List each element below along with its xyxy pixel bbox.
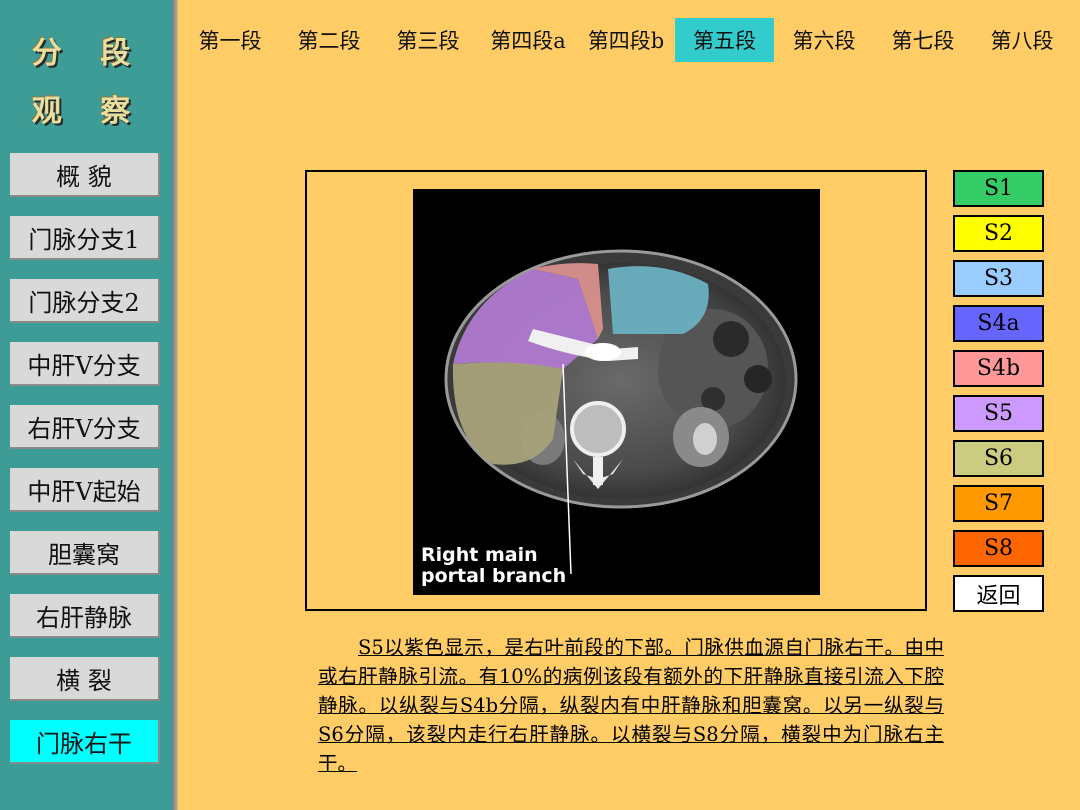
tab-segment-5[interactable]: 第五段 [675, 18, 774, 62]
segment-button-s8[interactable]: S8 [953, 530, 1044, 567]
back-button[interactable]: 返回 [953, 575, 1044, 612]
sidebar-item-middle-hepatic-vein-branch[interactable]: 中肝V分支 [10, 342, 160, 386]
segment-button-s4a[interactable]: S4a [953, 305, 1044, 342]
sidebar-item-gallbladder-fossa[interactable]: 胆囊窝 [10, 531, 160, 575]
segment-button-s3[interactable]: S3 [953, 260, 1044, 297]
sidebar-item-overview[interactable]: 概 貌 [10, 153, 160, 197]
sidebar-item-middle-hepatic-vein-origin[interactable]: 中肝V起始 [10, 468, 160, 512]
segment-button-s1[interactable]: S1 [953, 170, 1044, 207]
tab-segment-3[interactable]: 第三段 [386, 18, 470, 62]
tab-segment-4b[interactable]: 第四段b [580, 18, 672, 62]
tab-segment-6[interactable]: 第六段 [782, 18, 866, 62]
segment-button-s7[interactable]: S7 [953, 485, 1044, 522]
sidebar-item-right-hepatic-vein-branch[interactable]: 右肝V分支 [10, 405, 160, 449]
sidebar-item-right-hepatic-vein[interactable]: 右肝静脉 [10, 594, 160, 638]
segment-button-s6[interactable]: S6 [953, 440, 1044, 477]
segment-description: S5以紫色显示，是右叶前段的下部。门脉供血源自门脉右干。由中或右肝静脉引流。有1… [318, 636, 944, 775]
tab-segment-8[interactable]: 第八段 [980, 18, 1064, 62]
ct-scan-drawing [444, 249, 798, 575]
sidebar-item-portal-branch-1[interactable]: 门脉分支1 [10, 216, 160, 260]
tab-segment-2[interactable]: 第二段 [287, 18, 371, 62]
sidebar-divider [172, 0, 178, 810]
segment-button-s2[interactable]: S2 [953, 215, 1044, 252]
sidebar-title-line2: 观 察 [31, 94, 145, 129]
segment-button-s4b[interactable]: S4b [953, 350, 1044, 387]
segment-button-s5[interactable]: S5 [953, 395, 1044, 432]
sidebar-item-transverse-fissure[interactable]: 横 裂 [10, 657, 160, 701]
tab-segment-4a[interactable]: 第四段a [482, 18, 574, 62]
sidebar-title-line1: 分 段 [31, 36, 145, 71]
ct-annotation-label: Right main portal branch [421, 544, 567, 587]
tab-segment-1[interactable]: 第一段 [188, 18, 272, 62]
tab-segment-7[interactable]: 第七段 [881, 18, 965, 62]
sidebar-item-portal-branch-2[interactable]: 门脉分支2 [10, 279, 160, 323]
sidebar-item-right-portal-trunk[interactable]: 门脉右干 [10, 720, 160, 764]
ct-scan-image: Right main portal branch [413, 189, 820, 595]
